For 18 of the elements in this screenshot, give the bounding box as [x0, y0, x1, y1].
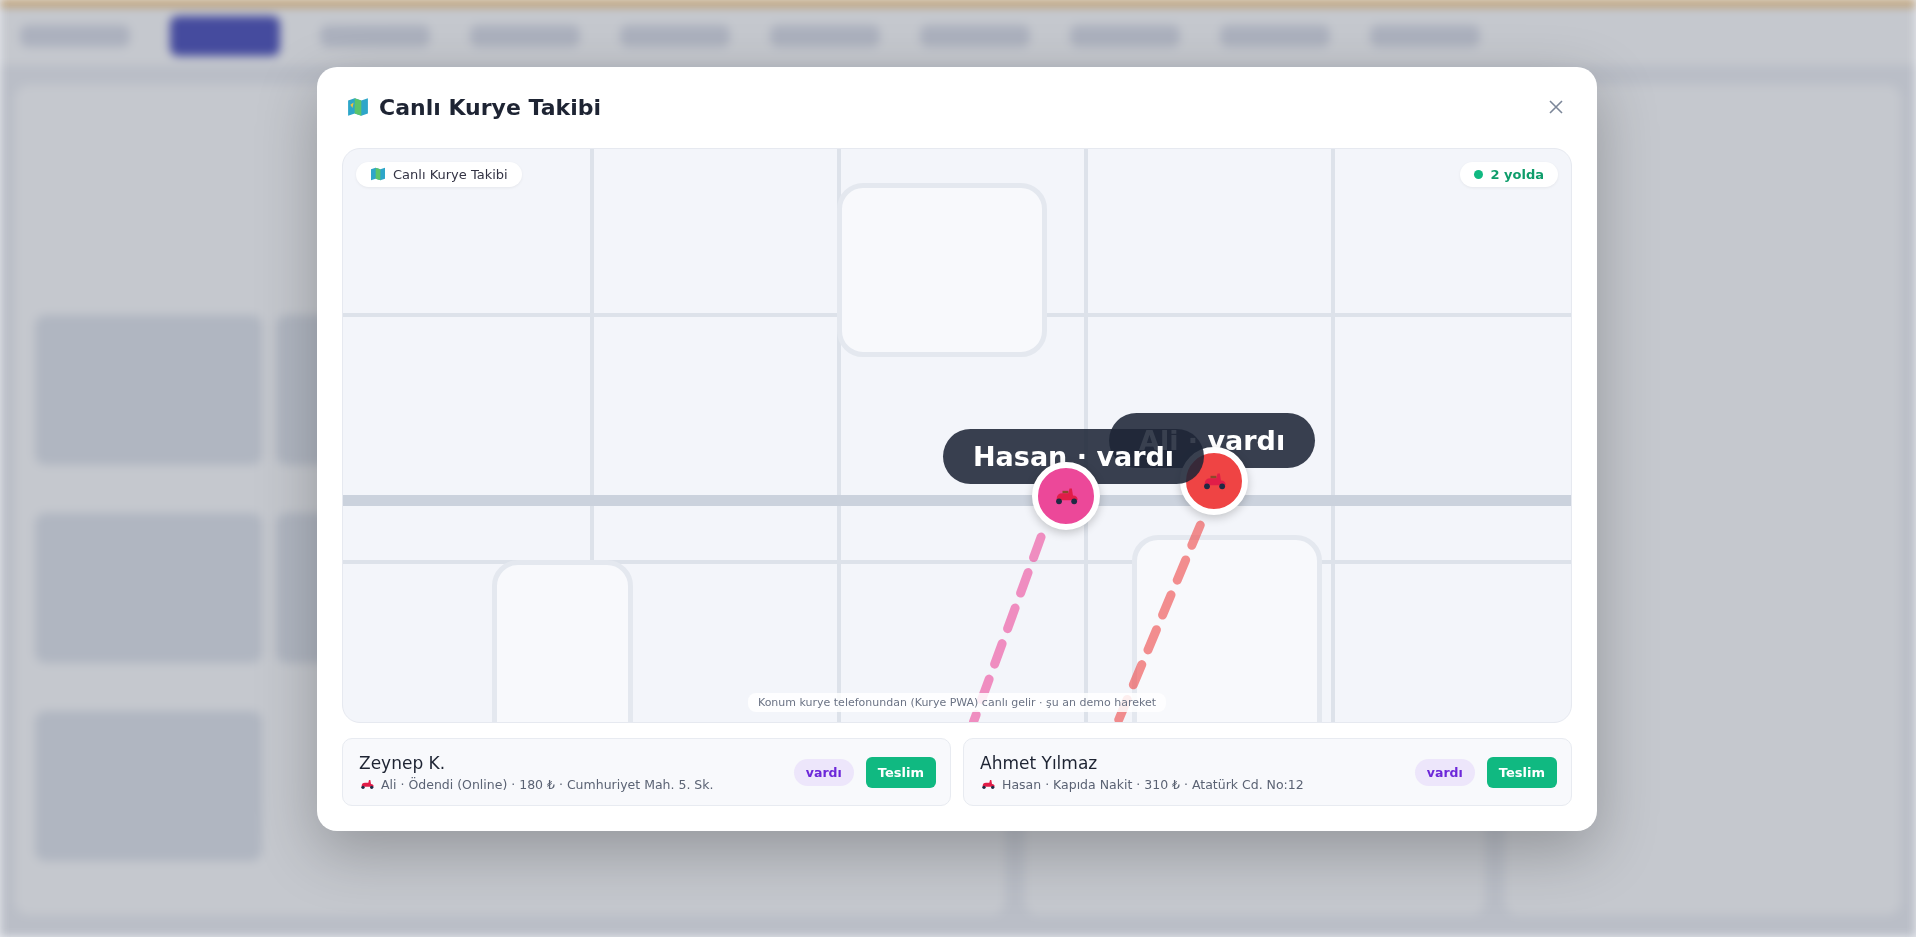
deliver-button[interactable]: Teslim — [1486, 756, 1557, 788]
active-count: 2 yolda — [1490, 166, 1544, 182]
scooter-icon — [980, 778, 996, 790]
order-details: Hasan · Kapıda Nakit · 310 ₺ · Atatürk Cd. No:12 — [1002, 776, 1304, 792]
dialog-title: Canlı Kurye Takibi — [379, 94, 601, 120]
status-dot-icon — [1474, 169, 1484, 179]
customer-name: Ahmet Yılmaz — [980, 752, 1099, 773]
customer-name: Zeynep K. — [359, 752, 447, 773]
close-icon[interactable] — [1548, 99, 1564, 116]
map-title: Canlı Kurye Takibi — [393, 166, 508, 182]
scooter-icon — [359, 778, 375, 790]
deliver-button[interactable]: Teslim — [865, 756, 936, 788]
map-caption: Konum kurye telefonundan (Kurye PWA) canlı gelir · şu an demo hareket — [747, 693, 1167, 712]
map-icon — [370, 167, 386, 182]
status-tag: vardı — [1414, 758, 1475, 786]
order-details: Ali · Ödendi (Online) · 180 ₺ · Cumhuriyet Mah. 5. Sk. — [381, 776, 714, 792]
map-icon — [347, 97, 369, 118]
status-tag: vardı — [793, 758, 854, 786]
